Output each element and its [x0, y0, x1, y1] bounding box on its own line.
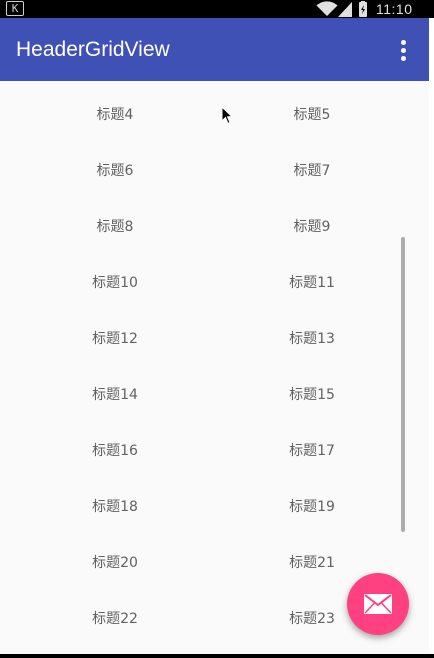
- grid-row: 标题16 标题17: [0, 422, 429, 478]
- grid-row: 标题4 标题5: [0, 86, 429, 142]
- grid-item[interactable]: 标题17: [232, 422, 392, 478]
- grid-item[interactable]: 标题7: [232, 142, 392, 198]
- grid-item[interactable]: 标题19: [232, 478, 392, 534]
- mouse-cursor-icon: [221, 106, 233, 125]
- grid-item[interactable]: 标题13: [232, 310, 392, 366]
- grid-item[interactable]: 标题8: [35, 198, 195, 254]
- grid-row: 标题10 标题11: [0, 254, 429, 310]
- app-title: HeaderGridView: [16, 38, 170, 61]
- grid-item[interactable]: 标题5: [232, 86, 392, 142]
- grid-row: 标题14 标题15: [0, 366, 429, 422]
- app-bar: HeaderGridView: [0, 18, 429, 81]
- status-bar: K 11:10: [0, 0, 434, 18]
- status-time: 11:10: [376, 1, 413, 17]
- battery-icon: [359, 1, 367, 17]
- grid-item[interactable]: 标题11: [232, 254, 392, 310]
- fab-email-button[interactable]: [347, 573, 409, 635]
- wifi-icon: [316, 1, 338, 16]
- grid-item[interactable]: 标题12: [35, 310, 195, 366]
- more-vert-icon[interactable]: [389, 36, 417, 64]
- grid-row: 标题12 标题13: [0, 310, 429, 366]
- window-edge: [0, 654, 434, 658]
- grid: 标题4 标题5 标题6 标题7 标题8 标题9 标题10 标题11 标题12 标…: [0, 86, 429, 646]
- email-icon: [364, 594, 392, 614]
- grid-item[interactable]: 标题10: [35, 254, 195, 310]
- grid-item[interactable]: 标题9: [232, 198, 392, 254]
- scrollbar[interactable]: [401, 237, 405, 532]
- grid-row: 标题8 标题9: [0, 198, 429, 254]
- signal-icon: [338, 2, 352, 17]
- grid-item[interactable]: 标题14: [35, 366, 195, 422]
- grid-item[interactable]: 标题16: [35, 422, 195, 478]
- window-edge: [429, 18, 434, 658]
- grid-item[interactable]: 标题6: [35, 142, 195, 198]
- grid-item[interactable]: 标题22: [35, 590, 195, 646]
- grid-item[interactable]: 标题4: [35, 86, 195, 142]
- notification-badge: K: [6, 1, 24, 16]
- grid-row: 标题18 标题19: [0, 478, 429, 534]
- grid-item[interactable]: 标题20: [35, 534, 195, 590]
- grid-view[interactable]: 标题4 标题5 标题6 标题7 标题8 标题9 标题10 标题11 标题12 标…: [0, 81, 429, 654]
- grid-item[interactable]: 标题18: [35, 478, 195, 534]
- grid-row: 标题6 标题7: [0, 142, 429, 198]
- grid-item[interactable]: 标题15: [232, 366, 392, 422]
